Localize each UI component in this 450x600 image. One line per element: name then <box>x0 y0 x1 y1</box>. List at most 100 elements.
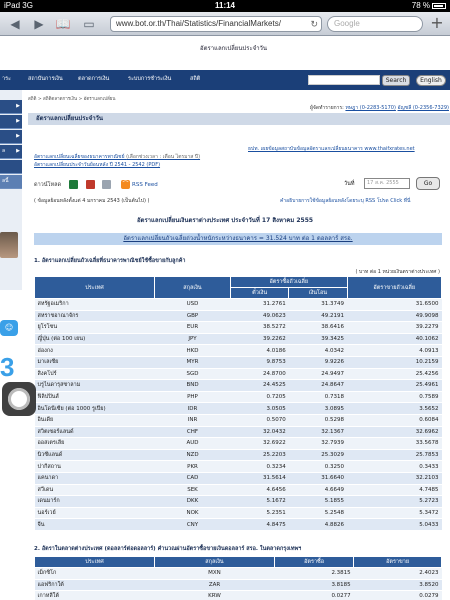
country-cell: สวีเดน <box>34 484 155 497</box>
rate-cell: 25.2203 <box>230 449 289 462</box>
section1-title: 1. อัตราแลกเปลี่ยนถัวเฉลี่ยที่ธนาคารพาณิ… <box>34 258 186 264</box>
battery-status: 78 % <box>412 0 446 12</box>
left-sidebar: ▶ ▶ ▶ ล ▶ ลนี้ <box>0 90 22 290</box>
rate-cell: 4.6456 <box>230 484 289 497</box>
rss-icon[interactable]: ⌒ <box>121 180 131 189</box>
thumbnail-image[interactable] <box>0 232 18 258</box>
sidebar-item[interactable]: ▶ <box>0 130 22 144</box>
bookmarks-icon[interactable]: 📖 <box>54 16 72 32</box>
rate-cell: 4.8475 <box>230 518 289 531</box>
country-cell: แคนาดา <box>34 472 155 485</box>
rate-cell: 4.6649 <box>288 484 347 497</box>
nav-item[interactable]: าระ <box>2 75 11 83</box>
back-icon[interactable]: ◀ <box>6 16 24 32</box>
sidebar-item-active[interactable]: ลนี้ <box>0 175 22 189</box>
sidebar-item[interactable] <box>0 160 22 174</box>
country-cell: ฮ่องกง <box>34 344 155 357</box>
currency-cell: CHF <box>154 426 231 439</box>
rate-title: อัตราแลกเปลี่ยนเงินตราต่างประเทศ ประจำวั… <box>136 217 314 224</box>
rate-cell: 25.4961 <box>347 379 442 392</box>
currency-cell: KRW <box>154 590 275 600</box>
thaifxrates-link[interactable]: ธปท. เผยข้อมูลสถาบันข้อมูลอัตราแลกเปลี่ย… <box>248 145 415 153</box>
contact-link[interactable]: อัญชลี (0-2356-7329) <box>398 105 449 111</box>
currency-cell: PKR <box>154 460 231 473</box>
chevron-right-icon: ▶ <box>16 103 20 109</box>
currency-cell: HKD <box>154 344 231 357</box>
table-row: นิวซีแลนด์ NZD 25.2203 25.3029 25.7853 <box>34 449 442 462</box>
sidebar-item[interactable]: ล ▶ <box>0 145 22 159</box>
currency-cell: INR <box>154 414 231 427</box>
rate-cell: 49.9098 <box>347 310 442 323</box>
currency-cell: AUD <box>154 437 231 450</box>
rate-cell: 0.5298 <box>288 414 347 427</box>
country-cell: ยูโรโซน <box>34 321 155 334</box>
rate-cell: 24.4525 <box>230 379 289 392</box>
forward-icon[interactable]: ▶ <box>30 16 48 32</box>
sidebar-item[interactable]: ▶ <box>0 115 22 129</box>
table-row: ญี่ปุ่น (ต่อ 100 เยน) JPY 39.2262 39.3425 40… <box>34 333 442 346</box>
department-contact: ผู้จัดทำรายการ: ทษฎา (0-2283-5170) อัญชล… <box>310 105 449 111</box>
rates-table: ประเทศ สกุลเงิน อัตราซื้อถัวเฉลี่ย อัตรา… <box>34 276 442 531</box>
currency-cell: NZD <box>154 449 231 462</box>
address-bar[interactable]: www.bot.or.th/Thai/Statistics/FinancialM… <box>110 16 322 32</box>
rate-cell: 31.3749 <box>288 298 347 311</box>
excel-icon[interactable] <box>68 180 78 189</box>
history-note: ( ข้อมูลย้อนหลังตั้งแต่ 4 มกราคม 2543 (เ… <box>34 198 150 204</box>
currency-cell: BND <box>154 379 231 392</box>
country-cell: นิวซีแลนด์ <box>34 449 155 462</box>
search-field[interactable]: Google <box>327 16 423 32</box>
country-cell: เม็กซิโก <box>34 567 155 580</box>
interbank-rate-link[interactable]: อัตราแลกเปลี่ยนถัวเฉลี่ยถ่วงน้ำหนักระหว่… <box>34 233 442 245</box>
rate-cell: 4.7485 <box>347 484 442 497</box>
nav-item-markets[interactable]: ตลาดการเงิน <box>78 75 109 83</box>
rate-cell: 4.0913 <box>347 344 442 357</box>
pdf-icon[interactable] <box>85 180 95 189</box>
rate-cell: 38.6416 <box>288 321 347 334</box>
currency-cell: MXN <box>154 567 275 580</box>
rate-cell: 2.4023 <box>353 567 442 580</box>
assistive-touch-icon[interactable] <box>2 382 36 416</box>
search-button[interactable]: Search <box>382 75 410 86</box>
go-button[interactable]: Go <box>416 177 440 190</box>
country-cell: เดนมาร์ก <box>34 495 155 508</box>
reload-icon[interactable]: ↻ <box>310 17 318 31</box>
site-search-input[interactable] <box>308 75 380 85</box>
rate-cell: 4.8826 <box>288 518 347 531</box>
rate-cell: 5.2723 <box>347 495 442 508</box>
country-cell: ออสเตรเลีย <box>34 437 155 450</box>
country-cell: สิงคโปร์ <box>34 368 155 381</box>
csv-icon[interactable] <box>102 180 112 189</box>
date-input[interactable]: 17 ส.ค. 2555 <box>364 178 410 189</box>
chat-icon[interactable]: ☺ <box>0 320 18 336</box>
col-selling: อัตราขายถัวเฉลี่ย <box>346 276 442 299</box>
avg-rate-link[interactable]: อัตราแลกเปลี่ยนเฉลี่ยของธนาคารพาณิชย์ (เ… <box>34 153 200 161</box>
rss-help-link[interactable]: คำอธิบายการใช้ข้อมูลย้อนหลังโดยระบุ RSS … <box>280 197 410 205</box>
sidebar-item[interactable]: ▶ <box>0 100 22 114</box>
english-button[interactable]: English <box>416 75 446 86</box>
col-buying: อัตราซื้อถัวเฉลี่ย <box>230 276 348 288</box>
country-cell: สหราชอาณาจักร <box>34 310 155 323</box>
table-row: นอร์เวย์ NOK 5.2351 5.2548 5.3472 <box>34 507 442 520</box>
chevron-right-icon: ▶ <box>16 118 20 124</box>
table-row: สหรัฐอเมริกา USD 31.2761 31.3749 31.6500 <box>34 298 442 311</box>
table-row: เดนมาร์ก DKK 5.1672 5.1855 5.2723 <box>34 495 442 508</box>
nav-item-statistics[interactable]: สถิติ <box>190 75 200 83</box>
clock: 11:14 <box>214 1 236 10</box>
currency-cell: DKK <box>154 495 231 508</box>
page-header: อัตราแลกเปลี่ยนประจำวัน <box>0 37 450 59</box>
new-tab-icon[interactable]: + <box>428 15 446 33</box>
rate-cell: 32.7939 <box>288 437 347 450</box>
country-cell: เกาหลีใต้ <box>34 590 155 600</box>
rss-feed-link[interactable]: RSS Feed <box>132 182 158 188</box>
col-tt: เงินโอน <box>288 287 348 299</box>
battery-icon <box>432 2 446 9</box>
nav-item-institutions[interactable]: สถาบันการเงิน <box>28 75 63 83</box>
rate-cell: 24.9497 <box>288 368 347 381</box>
nav-item-payments[interactable]: ระบบการชำระเงิน <box>128 75 171 83</box>
history-pdf-link[interactable]: อัตราแลกเปลี่ยนประจำวันย้อนหลัง ปี 2541 … <box>34 161 160 169</box>
tabs-icon[interactable]: ▭ <box>80 16 98 32</box>
country-cell: มาเลเซีย <box>34 356 155 369</box>
browser-toolbar: ◀ ▶ 📖 ▭ www.bot.or.th/Thai/Statistics/Fi… <box>0 12 450 36</box>
rate-cell: 25.4256 <box>347 368 442 381</box>
contact-link[interactable]: ทษฎา (0-2283-5170) <box>345 105 396 111</box>
